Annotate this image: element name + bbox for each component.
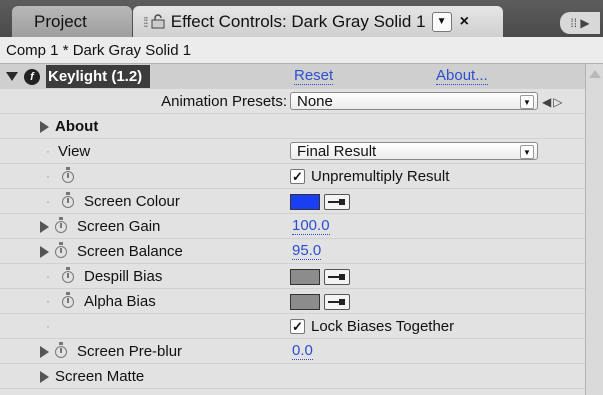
screen-preblur-value[interactable]: 0.0 — [292, 343, 313, 360]
effect-name[interactable]: Keylight (1.2) — [46, 65, 151, 88]
expand-triangle-icon[interactable] — [40, 120, 49, 133]
screen-colour-label: Screen Colour — [84, 193, 180, 210]
animation-presets-row: Animation Presets: None ▼ ◀ ▷ — [0, 89, 585, 114]
unpremultiply-row: · ✓ Unpremultiply Result — [0, 164, 585, 189]
chevron-down-icon: ▼ — [520, 145, 534, 159]
eyedropper-icon[interactable] — [324, 193, 350, 210]
stopwatch-icon[interactable] — [62, 291, 74, 308]
view-label: View — [58, 143, 91, 160]
animation-presets-dropdown[interactable]: None ▼ — [290, 92, 538, 110]
screen-preblur-label: Screen Pre-blur — [77, 343, 183, 360]
about-label: About — [55, 118, 99, 135]
tab-dropdown-arrow-icon[interactable]: ▼ — [431, 11, 452, 32]
panel-tab-bar: Project ⁞⁞ Effect Controls: Dark Gray So… — [0, 0, 603, 37]
tab-project[interactable]: Project — [12, 6, 132, 37]
despill-bias-label: Despill Bias — [84, 268, 163, 285]
lock-biases-row: · ✓ Lock Biases Together — [0, 314, 585, 339]
screen-gain-label: Screen Gain — [77, 218, 161, 235]
indent-dot: · — [46, 294, 50, 308]
screen-matte-label: Screen Matte — [55, 368, 145, 385]
indent-dot: · — [46, 269, 50, 283]
stopwatch-icon[interactable] — [55, 341, 67, 358]
stopwatch-icon[interactable] — [55, 241, 67, 258]
close-icon[interactable]: × — [460, 13, 469, 31]
indent-dot: · — [46, 319, 50, 333]
next-preset-icon[interactable]: ▷ — [553, 95, 562, 109]
screen-colour-row: · Screen Colour — [0, 189, 585, 214]
eyedropper-icon[interactable] — [324, 268, 350, 285]
alpha-bias-label: Alpha Bias — [84, 293, 156, 310]
indent-dot: · — [46, 144, 50, 158]
expand-triangle-icon[interactable] — [40, 245, 49, 258]
lock-biases-checkbox[interactable]: ✓ — [290, 319, 305, 334]
panel-menu-icon[interactable]: ⁞⁞ ▶ — [560, 12, 600, 34]
comp-layer-label: Comp 1 * Dark Gray Solid 1 — [6, 41, 192, 59]
comp-layer-breadcrumb: Comp 1 * Dark Gray Solid 1 — [0, 37, 603, 64]
animation-presets-label: Animation Presets: — [161, 93, 287, 110]
tab-effect-controls-label: Effect Controls: Dark Gray Solid 1 — [170, 11, 426, 31]
fx-toggle-icon[interactable]: f — [24, 68, 40, 85]
screen-balance-row: Screen Balance 95.0 — [0, 239, 585, 264]
scroll-up-icon[interactable] — [589, 70, 601, 78]
indent-dot: · — [46, 169, 50, 183]
expand-triangle-icon[interactable] — [40, 345, 49, 358]
screen-gain-row: Screen Gain 100.0 — [0, 214, 585, 239]
tab-project-label: Project — [34, 11, 87, 31]
animation-presets-value: None — [297, 92, 333, 110]
stopwatch-icon[interactable] — [55, 216, 67, 233]
vertical-scrollbar[interactable] — [585, 64, 603, 395]
screen-matte-row: Screen Matte — [0, 364, 585, 389]
chevron-down-icon: ▼ — [520, 95, 534, 109]
alpha-bias-row: · Alpha Bias — [0, 289, 585, 314]
tab-effect-controls[interactable]: ⁞⁞ Effect Controls: Dark Gray Solid 1 ▼ … — [133, 6, 503, 37]
previous-preset-icon[interactable]: ◀ — [542, 95, 551, 109]
unpremultiply-checkbox[interactable]: ✓ — [290, 169, 305, 184]
screen-colour-swatch[interactable] — [290, 193, 320, 210]
screen-preblur-row: Screen Pre-blur 0.0 — [0, 339, 585, 364]
reset-link[interactable]: Reset — [294, 68, 334, 85]
alpha-bias-swatch[interactable] — [290, 293, 320, 310]
expand-triangle-icon[interactable] — [40, 220, 49, 233]
about-row: About — [0, 114, 585, 139]
view-value: Final Result — [297, 142, 377, 160]
despill-bias-row: · Despill Bias — [0, 264, 585, 289]
collapse-triangle-icon[interactable] — [6, 72, 18, 81]
lock-icon[interactable] — [151, 14, 165, 29]
screen-gain-value[interactable]: 100.0 — [292, 218, 330, 235]
view-dropdown[interactable]: Final Result ▼ — [290, 142, 538, 160]
stopwatch-icon[interactable] — [62, 166, 74, 183]
stopwatch-icon[interactable] — [62, 191, 74, 208]
lock-biases-label: Lock Biases Together — [311, 318, 455, 335]
view-row: · View Final Result ▼ — [0, 139, 585, 164]
stopwatch-icon[interactable] — [62, 266, 74, 283]
drag-grip-icon[interactable]: ⁞⁞ — [143, 14, 149, 30]
effect-controls-content: f Keylight (1.2) Reset About... Animatio… — [0, 64, 585, 395]
screen-balance-value[interactable]: 95.0 — [292, 243, 322, 260]
despill-bias-swatch[interactable] — [290, 268, 320, 285]
unpremultiply-label: Unpremultiply Result — [311, 168, 450, 185]
expand-triangle-icon[interactable] — [40, 370, 49, 383]
indent-dot: · — [46, 194, 50, 208]
effect-header-row: f Keylight (1.2) Reset About... — [0, 64, 585, 89]
eyedropper-icon[interactable] — [324, 293, 350, 310]
about-link[interactable]: About... — [436, 68, 488, 85]
screen-balance-label: Screen Balance — [77, 243, 183, 260]
